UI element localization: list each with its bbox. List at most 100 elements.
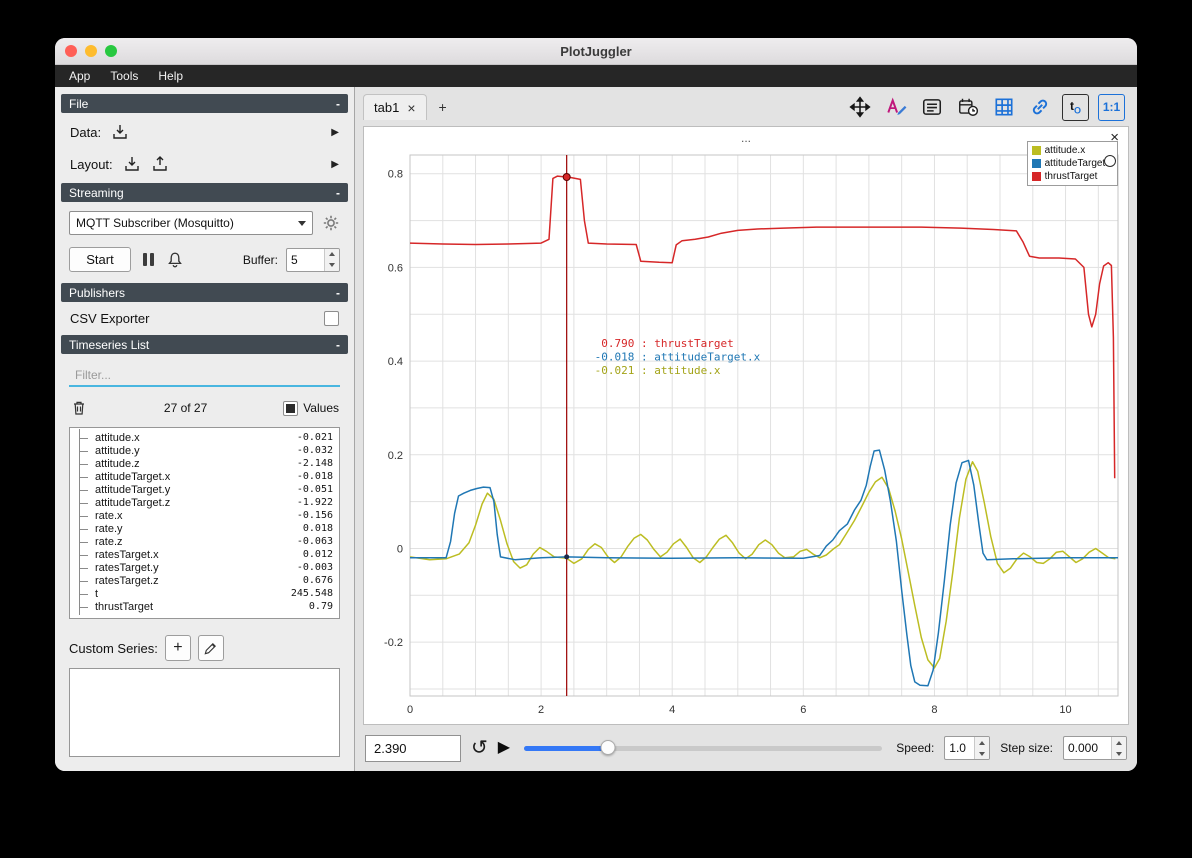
tab-close-button[interactable]: × xyxy=(407,101,415,115)
section-header-timeseries[interactable]: Timeseries List - xyxy=(61,335,348,354)
speed-increment-button[interactable] xyxy=(975,737,990,748)
section-header-streaming[interactable]: Streaming - xyxy=(61,183,348,202)
legend-item[interactable]: attitude.x xyxy=(1031,144,1113,157)
streaming-options-button[interactable] xyxy=(322,214,340,232)
csv-exporter-checkbox[interactable] xyxy=(324,311,339,326)
timeseries-row[interactable]: ratesTarget.x 0.012 xyxy=(72,546,337,563)
add-custom-series-button[interactable]: + xyxy=(164,635,191,661)
section-header-file[interactable]: File - xyxy=(61,94,348,113)
tree-branch-icon xyxy=(79,598,92,615)
timeseries-row[interactable]: attitude.z -2.148 xyxy=(72,455,337,472)
series-attitude.x[interactable] xyxy=(409,461,1116,669)
collapse-file-button[interactable]: - xyxy=(336,97,340,111)
buffer-decrement-button[interactable] xyxy=(325,259,339,271)
timeseries-row[interactable]: rate.y 0.018 xyxy=(72,520,337,537)
timeseries-row[interactable]: rate.z -0.063 xyxy=(72,533,337,550)
timeseries-chart[interactable]: 0 2 4 6 8 10 0.8 0.6 0.4 0.2 0 -0.2 0.790 : thrustT… xyxy=(366,149,1126,722)
y-tick-label: 0.6 xyxy=(388,262,403,274)
move-button[interactable] xyxy=(846,94,873,121)
load-data-button[interactable] xyxy=(111,123,129,141)
custom-series-list[interactable] xyxy=(69,668,340,757)
values-checkbox[interactable] xyxy=(283,400,299,416)
menu-tools[interactable]: Tools xyxy=(102,67,146,85)
timeseries-row[interactable]: ratesTarget.z 0.676 xyxy=(72,572,337,589)
close-window-button[interactable] xyxy=(65,45,77,57)
series-thrustTarget[interactable] xyxy=(409,175,1116,479)
tree-branch-icon xyxy=(79,481,92,498)
timeseries-row[interactable]: attitudeTarget.x -0.018 xyxy=(72,468,337,485)
ratio-1-1-icon: 1:1 xyxy=(1102,100,1121,114)
start-button[interactable]: Start xyxy=(69,247,131,272)
buffer-increment-button[interactable] xyxy=(325,248,339,260)
section-header-publishers[interactable]: Publishers - xyxy=(61,283,348,302)
play-button[interactable]: ▶ xyxy=(498,740,510,756)
speed-spinbox[interactable] xyxy=(944,736,991,760)
buffer-label: Buffer: xyxy=(242,252,278,267)
timeseries-value: 0.676 xyxy=(302,575,333,586)
grid-layout-button[interactable] xyxy=(990,94,1017,121)
streaming-source-select[interactable]: MQTT Subscriber (Mosquitto) xyxy=(69,211,313,235)
link-axes-button[interactable] xyxy=(1026,94,1053,121)
traffic-lights xyxy=(55,45,117,57)
curve-style-button[interactable] xyxy=(882,94,909,121)
speed-input[interactable] xyxy=(945,737,975,759)
series-attitudeTarget.x[interactable] xyxy=(410,449,1118,687)
tab-tab1[interactable]: tab1 × xyxy=(363,94,427,120)
loop-button[interactable]: ↺ xyxy=(471,738,488,758)
notifications-button[interactable] xyxy=(166,251,184,269)
zoom-window-button[interactable] xyxy=(105,45,117,57)
filter-input[interactable] xyxy=(69,364,340,387)
slider-handle[interactable] xyxy=(600,740,616,755)
legend-icon xyxy=(922,99,941,115)
values-toggle[interactable]: Values xyxy=(283,400,339,416)
timeseries-row[interactable]: attitudeTarget.y -0.051 xyxy=(72,481,337,498)
load-layout-button[interactable] xyxy=(123,155,141,173)
step-size-input[interactable] xyxy=(1064,737,1111,759)
edit-custom-series-button[interactable] xyxy=(197,635,224,661)
x-tick-label: 0 xyxy=(407,704,413,716)
tree-branch-icon xyxy=(79,507,92,524)
t0-button[interactable]: tO xyxy=(1062,93,1089,121)
pause-button[interactable] xyxy=(143,253,154,266)
step-increment-button[interactable] xyxy=(1112,737,1126,748)
tree-branch-icon xyxy=(79,520,92,537)
buffer-spinbox[interactable] xyxy=(286,247,340,272)
collapse-publishers-button[interactable]: - xyxy=(336,286,340,300)
new-tab-button[interactable]: + xyxy=(431,96,455,118)
timeline-slider[interactable] xyxy=(524,739,883,757)
legend-button[interactable] xyxy=(918,94,945,121)
timeseries-row[interactable]: thrustTarget 0.79 xyxy=(72,598,337,615)
timeseries-row[interactable]: t 245.548 xyxy=(72,585,337,602)
collapse-streaming-button[interactable]: - xyxy=(336,186,340,200)
layout-menu-expander[interactable]: ▶ xyxy=(331,159,339,170)
save-layout-button[interactable] xyxy=(151,155,169,173)
datetime-button[interactable] xyxy=(954,94,981,121)
legend-item[interactable]: thrustTarget xyxy=(1031,170,1113,183)
step-decrement-button[interactable] xyxy=(1112,748,1126,759)
step-size-spinbox[interactable] xyxy=(1063,736,1127,760)
timeseries-value: -0.018 xyxy=(296,471,333,482)
buffer-input[interactable] xyxy=(287,248,324,271)
speed-decrement-button[interactable] xyxy=(975,748,990,759)
streaming-section-title: Streaming xyxy=(69,185,124,200)
download-icon xyxy=(124,157,139,171)
timeseries-row[interactable]: attitude.x -0.021 xyxy=(72,429,337,446)
ratio-1-1-button[interactable]: 1:1 xyxy=(1098,93,1125,121)
collapse-timeseries-button[interactable]: - xyxy=(336,338,340,352)
tabbar: tab1 × + tO 1:1 xyxy=(355,87,1137,123)
timeseries-list[interactable]: attitude.x -0.021 attitude.y -0.032 attitude… xyxy=(69,427,340,619)
timeseries-row[interactable]: attitudeTarget.z -1.922 xyxy=(72,494,337,511)
clear-list-button[interactable] xyxy=(70,399,88,417)
timeseries-row[interactable]: rate.x -0.156 xyxy=(72,507,337,524)
zoom-handle-icon[interactable] xyxy=(1104,155,1116,167)
timeseries-row[interactable]: ratesTarget.y -0.003 xyxy=(72,559,337,576)
tree-branch-icon xyxy=(79,585,92,602)
playback-time-input[interactable] xyxy=(365,734,461,762)
plot-canvas[interactable]: 0 2 4 6 8 10 0.8 0.6 0.4 0.2 0 -0.2 0.790 : thrustT… xyxy=(366,149,1126,722)
timeseries-row[interactable]: attitude.y -0.032 xyxy=(72,442,337,459)
menu-app[interactable]: App xyxy=(61,67,98,85)
minimize-window-button[interactable] xyxy=(85,45,97,57)
menu-help[interactable]: Help xyxy=(150,67,191,85)
data-menu-expander[interactable]: ▶ xyxy=(331,127,339,138)
legend-item[interactable]: attitudeTarget.x xyxy=(1031,157,1113,170)
